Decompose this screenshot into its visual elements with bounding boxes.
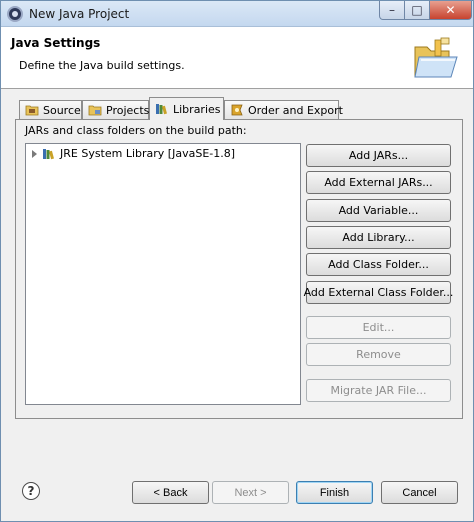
help-icon[interactable]: ? [22, 482, 40, 500]
tab-order-and-export[interactable]: Order and Export [224, 100, 343, 119]
java-project-folder-icon [414, 37, 458, 78]
expand-arrow-icon[interactable] [32, 149, 37, 158]
minimize-button[interactable]: – [379, 1, 405, 20]
source-folder-icon [25, 104, 39, 116]
eclipse-icon [7, 6, 23, 22]
add-external-class-folder-button[interactable]: Add External Class Folder... [304, 281, 453, 304]
page-title: Java Settings [11, 36, 101, 50]
add-library-button[interactable]: Add Library... [306, 226, 451, 249]
next-button[interactable]: Next > [212, 481, 289, 504]
tab-libraries-label: Libraries [173, 102, 221, 116]
add-external-jars-button[interactable]: Add External JARs... [306, 171, 451, 194]
close-button[interactable]: ✕ [429, 1, 472, 20]
library-icon [42, 148, 56, 160]
projects-icon [88, 104, 102, 116]
title-bar[interactable]: New Java Project – □ ✕ [1, 1, 473, 27]
tab-order-label: Order and Export [248, 103, 343, 117]
libraries-icon [155, 103, 169, 115]
tab-projects[interactable]: Projects [82, 100, 149, 119]
tab-source[interactable]: Source [19, 100, 82, 119]
add-variable-button[interactable]: Add Variable... [306, 199, 451, 222]
add-class-folder-button[interactable]: Add Class Folder... [306, 253, 451, 276]
order-export-icon [230, 104, 244, 116]
remove-button[interactable]: Remove [306, 343, 451, 366]
page-description: Define the Java build settings. [19, 59, 185, 72]
wizard-header: Java Settings Define the Java build sett… [1, 27, 473, 89]
maximize-button[interactable]: □ [404, 1, 430, 20]
window-title: New Java Project [29, 7, 130, 21]
build-path-tree[interactable]: JRE System Library [JavaSE-1.8] [25, 143, 301, 405]
migrate-jar-button[interactable]: Migrate JAR File... [306, 379, 451, 402]
cancel-button[interactable]: Cancel [381, 481, 458, 504]
finish-button[interactable]: Finish [296, 481, 373, 504]
build-path-label: JARs and class folders on the build path… [25, 124, 247, 137]
edit-button[interactable]: Edit... [306, 316, 451, 339]
library-entry-label: JRE System Library [JavaSE-1.8] [60, 147, 236, 160]
back-button[interactable]: < Back [132, 481, 209, 504]
add-jars-button[interactable]: Add JARs... [306, 144, 451, 167]
tab-libraries[interactable]: Libraries [149, 97, 224, 120]
new-java-project-dialog: New Java Project – □ ✕ Java Settings Def… [0, 0, 474, 522]
tab-projects-label: Projects [106, 103, 150, 117]
tab-source-label: Source [43, 103, 81, 117]
list-item[interactable]: JRE System Library [JavaSE-1.8] [32, 147, 235, 160]
